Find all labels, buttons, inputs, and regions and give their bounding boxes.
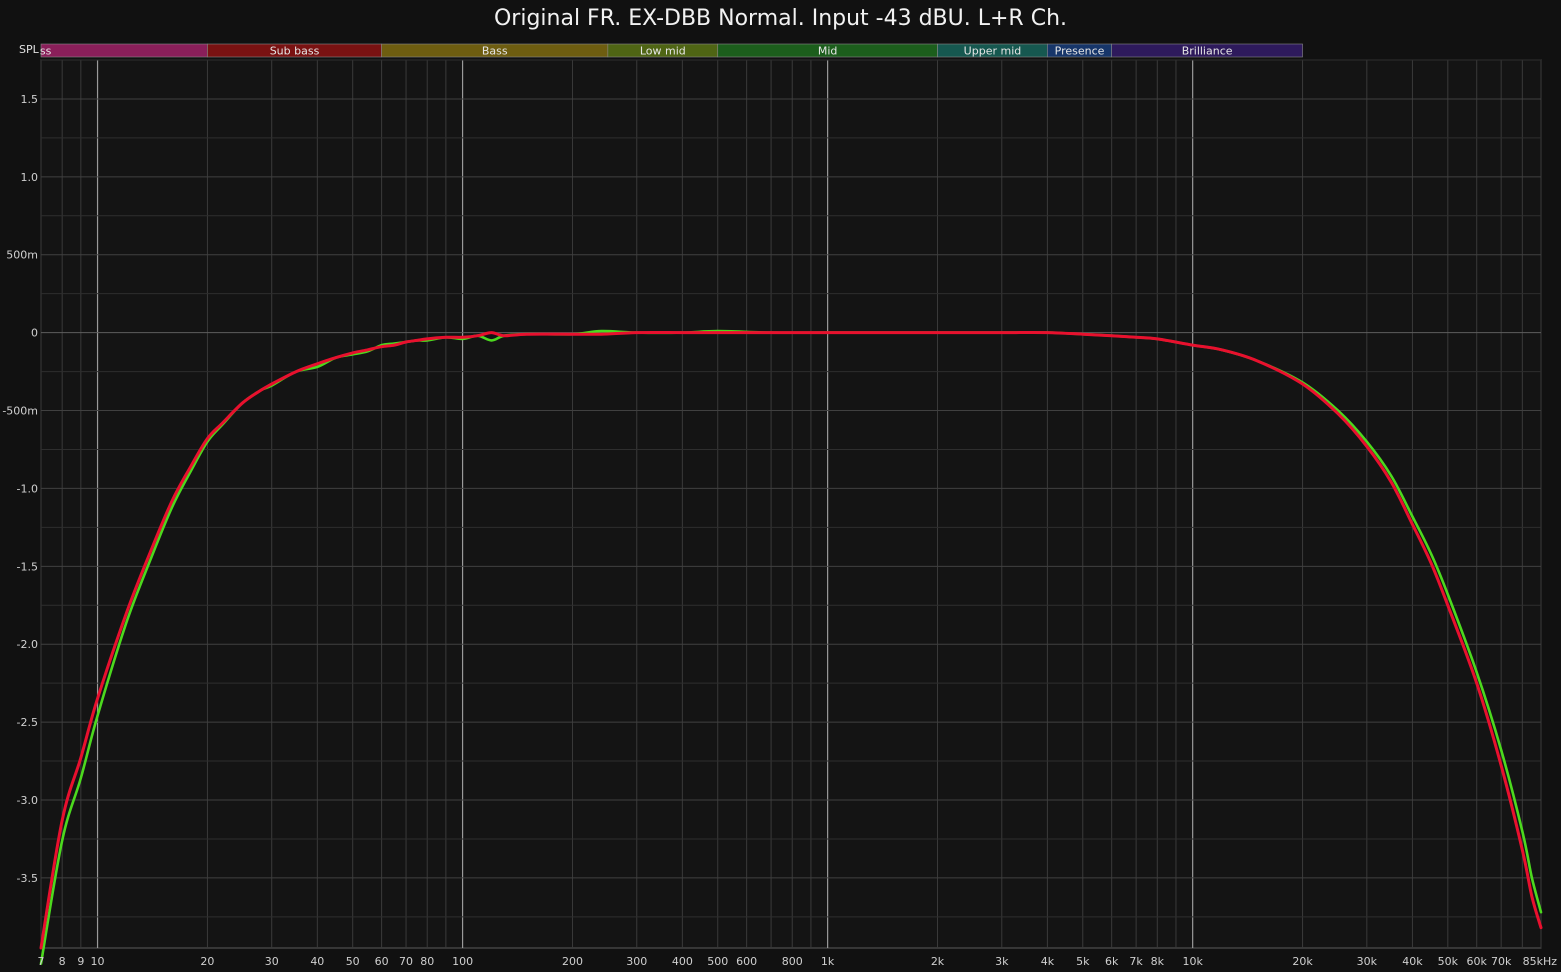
x-tick-label: 400 <box>672 955 693 968</box>
x-tick-label: 70 <box>399 955 413 968</box>
x-tick-label: 2k <box>931 955 945 968</box>
y-tick-label: 1.5 <box>21 93 39 106</box>
band-label: Bass <box>482 45 508 58</box>
y-tick-label: 500m <box>6 249 38 262</box>
x-tick-label: 60k <box>1467 955 1488 968</box>
x-tick-label: 30k <box>1357 955 1378 968</box>
band-label: Upper mid <box>964 45 1022 58</box>
x-tick-label: 4k <box>1041 955 1055 968</box>
x-tick-label: 30 <box>265 955 279 968</box>
x-tick-label: 50k <box>1438 955 1459 968</box>
x-tick-label: 10 <box>91 955 105 968</box>
x-tick-label: 7 <box>38 955 45 968</box>
x-tick-label: 50 <box>346 955 360 968</box>
frequency-response-plot: Low bass Sub bass Bass Low mid Mid Upper mid P… <box>2 43 1558 968</box>
x-tick-label: 8 <box>59 955 66 968</box>
x-tick-label: 1k <box>821 955 835 968</box>
y-axis-ticks: 1.5 1.0 500m 0 -500m -1.0 -1.5 -2.0 -2.5 -3.0 -3.5 <box>2 93 38 885</box>
x-tick-label: 6k <box>1105 955 1119 968</box>
y-tick-label: -2.0 <box>17 638 38 651</box>
x-tick-label: 20 <box>200 955 214 968</box>
band-label: Low mid <box>640 45 686 58</box>
y-tick-label: 1.0 <box>21 171 39 184</box>
band-label: Brilliance <box>1182 45 1233 58</box>
x-tick-label: 10k <box>1182 955 1203 968</box>
x-tick-label: 8k <box>1151 955 1165 968</box>
y-tick-label: -1.5 <box>17 560 38 573</box>
band-label: Mid <box>818 45 838 58</box>
frequency-band-bar: Low bass Sub bass Bass Low mid Mid Upper mid P… <box>40 43 1303 58</box>
x-tick-label: 20k <box>1292 955 1313 968</box>
x-tick-label: 3k <box>995 955 1009 968</box>
x-tick-label: 7k <box>1129 955 1143 968</box>
x-tick-label: 60 <box>375 955 389 968</box>
band-label: Sub bass <box>270 45 320 58</box>
grid-lines <box>40 59 1542 949</box>
x-tick-label: 70k <box>1491 955 1512 968</box>
x-tick-label: 80 <box>420 955 434 968</box>
y-tick-label: -3.5 <box>17 872 38 885</box>
x-tick-label: 100 <box>452 955 473 968</box>
x-tick-label: 40 <box>310 955 324 968</box>
x-tick-label: 500 <box>707 955 728 968</box>
x-tick-label: 800 <box>782 955 803 968</box>
x-tick-label: 5k <box>1076 955 1090 968</box>
y-tick-label: -3.0 <box>17 794 38 807</box>
x-tick-label: 200 <box>562 955 583 968</box>
band-label: Presence <box>1055 45 1105 58</box>
x-axis-ticks: 7 8 9 10 20 30 40 50 60 70 80 100 200 300 400 500 600 800… <box>38 955 1558 968</box>
y-tick-label: 0 <box>31 327 38 340</box>
x-tick-label: 40k <box>1402 955 1423 968</box>
band-segment <box>40 43 208 58</box>
y-tick-label: -2.5 <box>17 716 38 729</box>
x-tick-label: 600 <box>736 955 757 968</box>
x-tick-label: 85kHz <box>1523 955 1558 968</box>
y-tick-label: -500m <box>2 405 38 418</box>
y-axis-name: SPL <box>19 43 40 56</box>
x-tick-label: 300 <box>626 955 647 968</box>
x-tick-label: 9 <box>77 955 84 968</box>
y-tick-label: -1.0 <box>17 482 38 495</box>
plot-frame <box>40 59 1542 949</box>
